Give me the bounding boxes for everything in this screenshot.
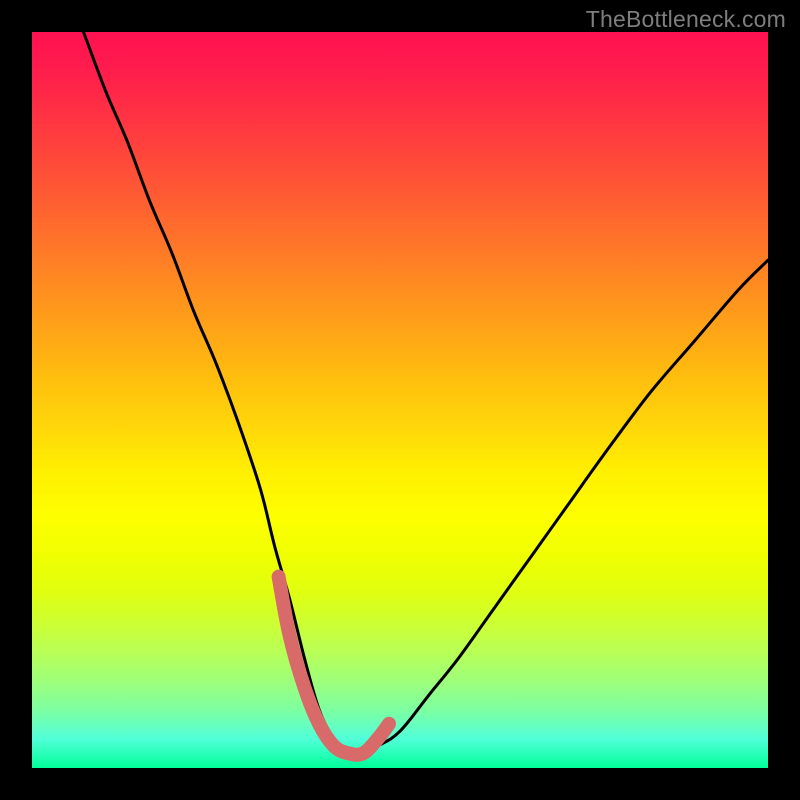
chart-frame: TheBottleneck.com [0,0,800,800]
curve-svg [32,32,768,768]
watermark-text: TheBottleneck.com [586,6,786,33]
bottleneck-curve-highlight [279,577,389,755]
plot-area [32,32,768,768]
bottleneck-curve [84,32,769,755]
